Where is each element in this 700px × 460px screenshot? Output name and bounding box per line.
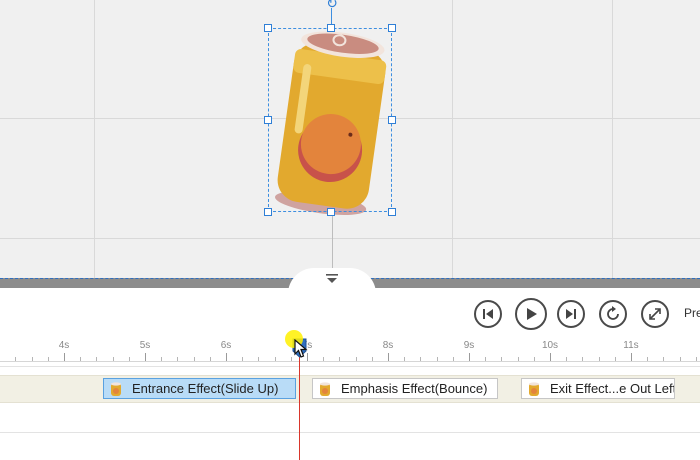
ruler-label: 6s	[220, 340, 232, 351]
resize-handle-bottom-left[interactable]	[264, 208, 272, 216]
preview-button[interactable]: Pre	[684, 306, 700, 320]
ruler-tick	[582, 357, 584, 361]
ruler-tick	[436, 357, 438, 361]
ruler-label: 5s	[139, 340, 151, 351]
grid-line	[94, 0, 95, 278]
skip-back-icon	[483, 309, 493, 319]
selection-box[interactable]	[268, 28, 392, 212]
canvas-area[interactable]: ↻	[0, 0, 700, 278]
rotate-handle-icon[interactable]: ↻	[324, 0, 340, 12]
ruler-tick	[193, 357, 195, 361]
soda-can-icon	[320, 381, 330, 396]
ruler-tick	[452, 357, 454, 361]
grid-line	[612, 0, 613, 278]
ruler-tick	[566, 357, 568, 361]
ruler-tick	[31, 357, 33, 361]
fullscreen-button[interactable]	[641, 300, 669, 328]
ruler-tick	[647, 357, 649, 361]
ruler-tick	[112, 357, 114, 361]
clip-label: Emphasis Effect(Bounce)	[341, 381, 488, 396]
ruler-tick	[517, 357, 519, 361]
ruler-tick	[469, 353, 470, 361]
ruler-label: 9s	[463, 340, 475, 351]
grid-line	[452, 0, 453, 278]
collapse-panel-icon[interactable]	[324, 274, 340, 286]
resize-handle-bottom-right[interactable]	[388, 208, 396, 216]
ruler-tick	[598, 357, 600, 361]
playhead-line[interactable]	[299, 356, 300, 460]
ruler-tick	[323, 357, 325, 361]
ruler-tick	[96, 357, 98, 361]
ruler-tick	[274, 357, 276, 361]
clip-emphasis-effect[interactable]: Emphasis Effect(Bounce)	[312, 378, 498, 399]
ruler-tick	[64, 353, 65, 361]
ruler-tick	[15, 357, 17, 361]
skip-forward-button[interactable]	[557, 300, 585, 328]
ruler-tick	[258, 357, 260, 361]
ruler-tick	[679, 357, 681, 361]
clip-exit-effect[interactable]: Exit Effect...e Out Left)	[521, 378, 675, 399]
resize-handle-left[interactable]	[264, 116, 272, 124]
ruler-tick	[631, 353, 632, 361]
ruler-tick	[695, 357, 697, 361]
ruler-tick	[128, 357, 130, 361]
ruler-label: 8s	[382, 340, 394, 351]
replay-button[interactable]	[599, 300, 627, 328]
ruler-label: 4s	[58, 340, 70, 351]
ruler-label: 10s	[541, 340, 559, 351]
resize-handle-top[interactable]	[327, 24, 335, 32]
ruler-tick	[371, 357, 373, 361]
timeline-ruler[interactable]: 4s 5s 6s 7s 8s 9s 10s 11s	[0, 338, 700, 362]
grid-line	[0, 238, 700, 239]
ruler-tick	[80, 357, 82, 361]
ruler-tick	[420, 357, 422, 361]
ruler-tick	[485, 357, 487, 361]
mouse-pointer-icon	[294, 339, 308, 358]
ruler-tick	[501, 357, 503, 361]
ruler-tick	[339, 357, 341, 361]
soda-can-icon	[529, 381, 539, 396]
resize-handle-right[interactable]	[388, 116, 396, 124]
skip-back-button[interactable]	[474, 300, 502, 328]
resize-handle-top-right[interactable]	[388, 24, 396, 32]
ruler-label: 11s	[623, 340, 639, 351]
soda-can-icon	[111, 381, 121, 396]
skip-forward-icon	[566, 309, 576, 319]
ruler-tick	[404, 357, 406, 361]
ruler-tick	[47, 357, 49, 361]
ruler-tick	[226, 353, 227, 361]
fullscreen-icon	[649, 308, 661, 320]
ruler-tick	[533, 357, 535, 361]
ruler-tick	[663, 357, 665, 361]
track-divider	[0, 432, 700, 433]
ruler-tick	[614, 357, 616, 361]
track-divider	[0, 366, 700, 367]
ruler-tick	[161, 357, 163, 361]
ruler-tick	[388, 353, 389, 361]
ruler-tick	[242, 357, 244, 361]
ruler-tick	[209, 357, 211, 361]
play-icon	[527, 308, 537, 320]
ruler-tick	[355, 357, 357, 361]
ruler-tick	[177, 357, 179, 361]
resize-handle-bottom[interactable]	[327, 208, 335, 216]
clip-entrance-effect[interactable]: Entrance Effect(Slide Up)	[103, 378, 296, 399]
resize-handle-top-left[interactable]	[264, 24, 272, 32]
replay-icon	[607, 306, 619, 320]
ruler-tick	[145, 353, 146, 361]
clip-label: Entrance Effect(Slide Up)	[132, 381, 279, 396]
clip-label: Exit Effect...e Out Left)	[550, 381, 675, 396]
play-button[interactable]	[515, 298, 547, 330]
ruler-tick	[550, 353, 551, 361]
